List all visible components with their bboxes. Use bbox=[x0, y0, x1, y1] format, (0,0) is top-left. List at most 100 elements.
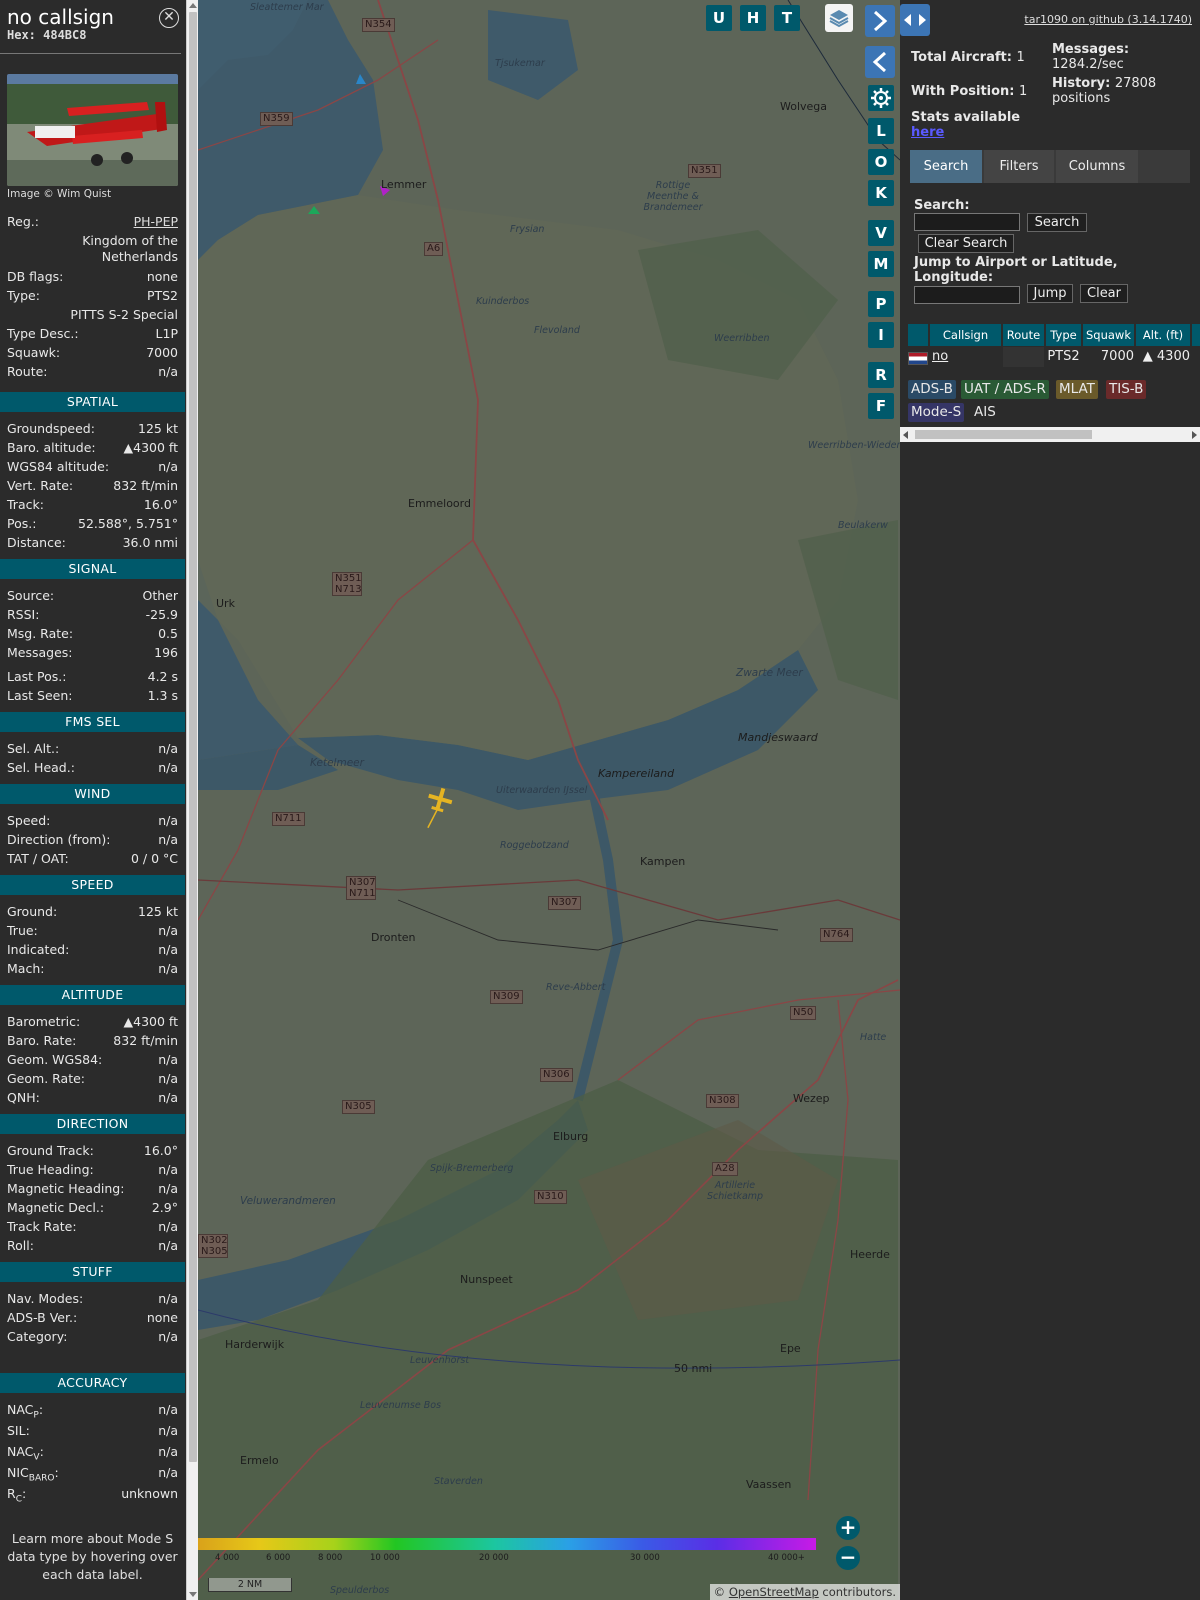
map-btn-p[interactable]: P bbox=[868, 291, 894, 317]
map-btn-v[interactable]: V bbox=[868, 220, 894, 246]
map-view[interactable]: Lemmer Wolvega Emmeloord Urk Kampen Dronten El… bbox=[198, 0, 900, 1600]
aircraft-info-panel: no callsign Hex: 484BC8 ✕ Image © Wim Qu… bbox=[0, 0, 185, 1600]
section-speed[interactable]: SPEED bbox=[0, 875, 185, 895]
jump-button[interactable]: Jump bbox=[1027, 284, 1073, 303]
wind-label-1: Direction (from): bbox=[7, 832, 111, 847]
gear-icon[interactable] bbox=[868, 85, 894, 111]
row-accuracy-2: NACV: n/a bbox=[0, 1442, 185, 1463]
row-spatial-6: Distance: 36.0 nmi bbox=[0, 533, 185, 552]
section-altitude[interactable]: ALTITUDE bbox=[0, 985, 185, 1005]
road-shield: N309 bbox=[490, 990, 523, 1004]
altitude-value-0: ▲4300 ft bbox=[123, 1014, 178, 1029]
badge-uat[interactable]: UAT / ADS-R bbox=[961, 380, 1049, 399]
tab-search[interactable]: Search bbox=[910, 150, 982, 183]
spatial-label-6: Distance: bbox=[7, 535, 66, 550]
road-shield: N359 bbox=[260, 112, 293, 126]
chevron-right-icon[interactable] bbox=[865, 5, 895, 37]
spatial-label-2: WGS84 altitude: bbox=[7, 459, 110, 474]
speed-label-3: Mach: bbox=[7, 961, 45, 976]
row-direction-4: Track Rate: n/a bbox=[0, 1217, 185, 1236]
spatial-label-4: Track: bbox=[7, 497, 44, 512]
map-btn-m[interactable]: M bbox=[868, 251, 894, 277]
row-signal-2: Msg. Rate: 0.5 bbox=[0, 624, 185, 643]
sidebar-scrollbar[interactable] bbox=[186, 0, 198, 1600]
speed-value-2: n/a bbox=[158, 942, 178, 957]
clear-search-button[interactable]: Clear Search bbox=[918, 234, 1014, 253]
map-btn-u[interactable]: U bbox=[706, 5, 732, 31]
signal-label-3: Messages: bbox=[7, 645, 73, 660]
row-direction-1: True Heading: n/a bbox=[0, 1160, 185, 1179]
row-accuracy-0: NACP: n/a bbox=[0, 1400, 185, 1421]
badge-modes[interactable]: Mode-S bbox=[908, 403, 965, 422]
section-fms[interactable]: FMS SEL bbox=[0, 712, 185, 732]
stuff-label-2: Category: bbox=[7, 1329, 68, 1344]
stuff-value-1: none bbox=[146, 1310, 178, 1325]
table-header-type[interactable]: Type bbox=[1046, 324, 1081, 346]
map-btn-h[interactable]: H bbox=[740, 5, 766, 31]
section-direction[interactable]: DIRECTION bbox=[0, 1114, 185, 1134]
table-header-alt[interactable]: Alt. (ft) bbox=[1136, 324, 1190, 346]
github-link[interactable]: tar1090 on github (3.14.1740) bbox=[1024, 13, 1192, 26]
place-label: Dronten bbox=[371, 931, 416, 944]
fms-label-0: Sel. Alt.: bbox=[7, 741, 60, 756]
section-wind[interactable]: WIND bbox=[0, 784, 185, 804]
feature-label: Kuinderbos bbox=[476, 296, 530, 307]
badge-mlat[interactable]: MLAT bbox=[1056, 380, 1098, 399]
layers-icon[interactable] bbox=[825, 4, 853, 32]
badge-adsb[interactable]: ADS-B bbox=[908, 380, 956, 399]
row-accuracy-4: RC: unknown bbox=[0, 1484, 185, 1505]
history-stat: History: 27808 positions bbox=[1052, 76, 1157, 106]
row-wind-1: Direction (from): n/a bbox=[0, 830, 185, 849]
place-label: Elburg bbox=[553, 1130, 589, 1143]
map-btn-f[interactable]: F bbox=[868, 393, 894, 419]
map-btn-r[interactable]: R bbox=[868, 362, 894, 388]
accuracy-value-2: n/a bbox=[158, 1444, 178, 1459]
country-value: Kingdom of the Netherlands bbox=[82, 233, 178, 264]
table-header-route[interactable]: Route bbox=[1003, 324, 1044, 346]
wind-label-2: TAT / OAT: bbox=[7, 851, 69, 866]
photo-credit: Image © Wim Quist bbox=[7, 188, 112, 200]
section-accuracy[interactable]: ACCURACY bbox=[0, 1373, 185, 1393]
row-signal-1: RSSI: -25.9 bbox=[0, 605, 185, 624]
osm-link[interactable]: OpenStreetMap bbox=[729, 1585, 819, 1599]
map-btn-t[interactable]: T bbox=[774, 5, 800, 31]
section-spatial[interactable]: SPATIAL bbox=[0, 392, 185, 412]
zoom-out-icon[interactable]: − bbox=[836, 1546, 860, 1570]
direction-label-3: Magnetic Decl.: bbox=[7, 1200, 105, 1215]
altitude-tick: 30 000 bbox=[630, 1553, 660, 1563]
section-signal[interactable]: SIGNAL bbox=[0, 559, 185, 579]
close-icon[interactable]: ✕ bbox=[159, 8, 179, 28]
tab-columns[interactable]: Columns bbox=[1056, 150, 1138, 183]
search-input[interactable] bbox=[914, 213, 1020, 231]
map-btn-i[interactable]: I bbox=[868, 322, 894, 348]
row-spatial-1: Baro. altitude: ▲4300 ft bbox=[0, 438, 185, 457]
row-callsign[interactable]: no callsign bbox=[930, 347, 1001, 367]
map-btn-o[interactable]: O bbox=[868, 149, 894, 175]
zoom-in-icon[interactable]: + bbox=[836, 1516, 860, 1540]
stats-here-link[interactable]: here bbox=[911, 125, 944, 140]
badge-tisb[interactable]: TIS-B bbox=[1106, 380, 1147, 399]
feature-label: Beulakerw bbox=[838, 520, 888, 531]
table-header-callsign[interactable]: Callsign bbox=[930, 324, 1001, 346]
table-header-more[interactable] bbox=[1192, 324, 1200, 346]
reg-link[interactable]: PH-PEP bbox=[134, 214, 178, 229]
table-header-flag[interactable] bbox=[908, 324, 928, 346]
tab-filters[interactable]: Filters bbox=[984, 150, 1054, 183]
table-header-squawk[interactable]: Squawk bbox=[1083, 324, 1134, 346]
map-btn-l[interactable]: L bbox=[868, 118, 894, 144]
badge-ais[interactable]: AIS bbox=[971, 403, 999, 422]
feature-label: Ketelmeer bbox=[310, 757, 364, 769]
scale-bar: 2 NM bbox=[208, 1578, 292, 1592]
section-stuff[interactable]: STUFF bbox=[0, 1262, 185, 1282]
clear-button[interactable]: Clear bbox=[1080, 284, 1128, 303]
aircraft-photo[interactable] bbox=[7, 74, 178, 186]
map-btn-k[interactable]: K bbox=[868, 180, 894, 206]
jump-input[interactable] bbox=[914, 286, 1020, 304]
chevron-left-icon[interactable] bbox=[865, 46, 895, 78]
search-button[interactable]: Search bbox=[1027, 213, 1087, 232]
sidebar-toggle-icon[interactable] bbox=[900, 4, 930, 36]
table-hscrollbar[interactable] bbox=[900, 427, 1200, 442]
fms-value-0: n/a bbox=[158, 741, 178, 756]
feature-label: Hatte bbox=[860, 1032, 887, 1043]
speed-label-2: Indicated: bbox=[7, 942, 70, 957]
